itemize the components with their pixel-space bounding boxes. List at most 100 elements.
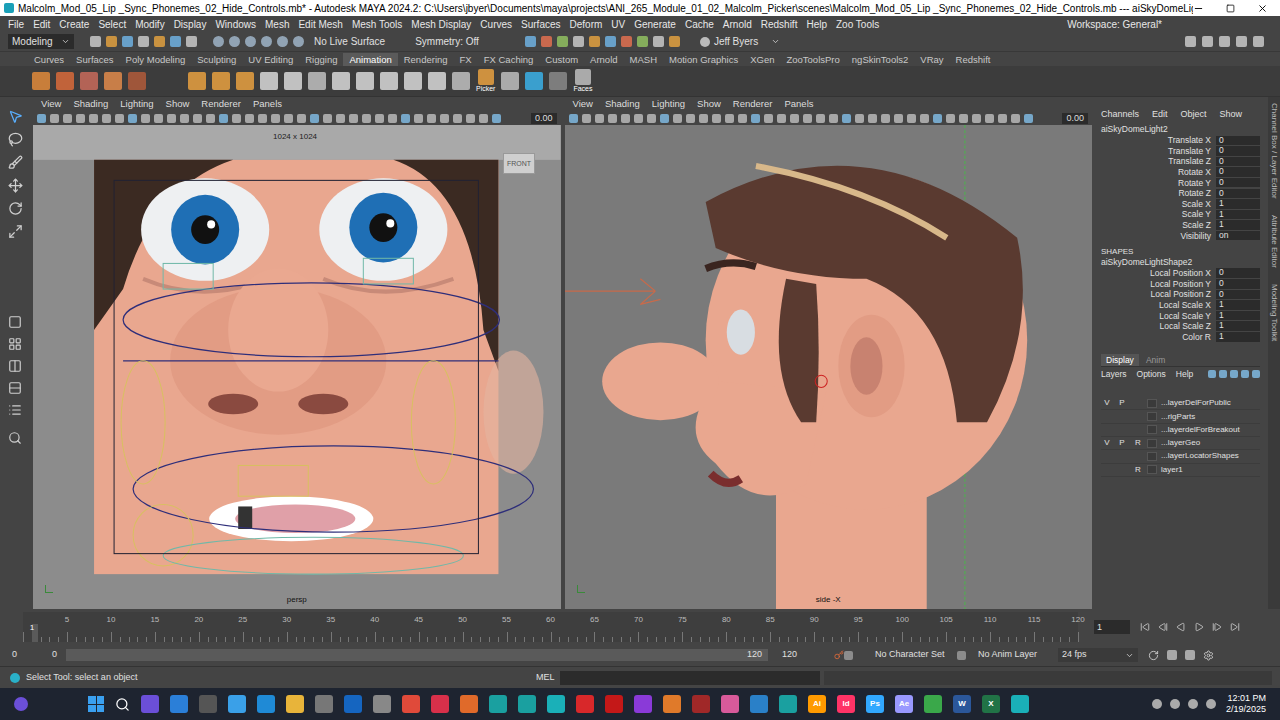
tray-icon[interactable] [1152, 699, 1162, 709]
shelf-button-icon[interactable] [104, 72, 122, 90]
viewport-tool-icon[interactable] [725, 114, 734, 123]
close-icon[interactable] [1257, 3, 1268, 14]
menu-item[interactable]: Mesh [265, 17, 289, 32]
taskbar-app[interactable] [924, 695, 942, 713]
viewport-tool-icon[interactable] [868, 114, 877, 123]
tool-icon[interactable] [653, 36, 664, 47]
menu-item[interactable]: Mesh Display [411, 17, 471, 32]
settings-icon[interactable] [1203, 650, 1214, 661]
viewport-tool-icon[interactable] [115, 114, 124, 123]
channel-row[interactable]: Local Position Y0 [1101, 279, 1260, 290]
taskbar-app[interactable] [634, 695, 652, 713]
user-dropdown[interactable]: Jeff Byers [700, 34, 780, 49]
layer-tool-icon[interactable] [1208, 370, 1216, 378]
tool-icon[interactable] [669, 36, 680, 47]
viewport-tool-icon[interactable] [414, 114, 423, 123]
tool-icon[interactable] [8, 155, 23, 170]
playback-icon[interactable] [1140, 622, 1150, 632]
layout-icon[interactable] [8, 403, 22, 417]
layer-tab[interactable]: Display [1101, 354, 1139, 366]
shelf-button[interactable]: Faces [573, 69, 592, 93]
shelf-button-icon[interactable] [525, 72, 543, 90]
current-frame-marker[interactable]: 1 [32, 624, 38, 642]
current-frame-field[interactable]: 1 [1094, 620, 1130, 634]
channel-row[interactable]: Local Scale Y1 [1101, 310, 1260, 321]
shelf-button-icon[interactable] [260, 72, 278, 90]
tool-icon[interactable] [293, 36, 304, 47]
tool-icon[interactable] [186, 36, 197, 47]
channel-row[interactable]: Rotate X0 [1101, 167, 1260, 178]
shelf-tab[interactable]: Rendering [398, 53, 454, 66]
shelf-tab[interactable]: Custom [539, 53, 584, 66]
viewport-tool-icon[interactable] [647, 114, 656, 123]
tool-icon[interactable] [154, 36, 165, 47]
menu-item[interactable]: Zoo Tools [836, 17, 879, 32]
viewport-tool-icon[interactable] [920, 114, 929, 123]
shelf-tab[interactable]: VRay [914, 53, 949, 66]
menu-item[interactable]: File [8, 17, 24, 32]
tool-icon[interactable] [277, 36, 288, 47]
shelf-button-icon[interactable] [212, 72, 230, 90]
taskbar-app[interactable] [228, 695, 246, 713]
symmetry-dropdown[interactable]: Symmetry: Off [415, 34, 479, 49]
tool-icon[interactable] [1202, 36, 1213, 47]
viewport-tool-icon[interactable] [582, 114, 591, 123]
viewport-tool-icon[interactable] [985, 114, 994, 123]
viewport-tool-icon[interactable] [63, 114, 72, 123]
viewport-tool-icon[interactable] [388, 114, 397, 123]
viewport-tool-icon[interactable] [375, 114, 384, 123]
viewport-tool-icon[interactable] [1011, 114, 1020, 123]
menu-item[interactable]: Generate [634, 17, 676, 32]
channel-row[interactable]: Translate Y0 [1101, 146, 1260, 157]
channel-row[interactable]: Rotate Y0 [1101, 177, 1260, 188]
visible-toggle[interactable]: V [1101, 437, 1113, 449]
menu-item[interactable]: Edit [33, 17, 50, 32]
menu-item[interactable]: UV [611, 17, 625, 32]
reference-toggle[interactable]: R [1131, 464, 1145, 476]
layer-menu-item[interactable]: Layers [1101, 368, 1127, 381]
taskbar-app[interactable] [170, 695, 188, 713]
viewport-tool-icon[interactable] [816, 114, 825, 123]
visible-toggle[interactable]: V [1101, 397, 1113, 409]
channel-row[interactable]: Rotate Z0 [1101, 188, 1260, 199]
animation-start-field[interactable]: 0 [12, 648, 52, 662]
playback-icon[interactable] [1230, 622, 1240, 632]
taskbar-app[interactable]: Ae [895, 695, 913, 713]
auto-key-icon[interactable] [834, 650, 844, 660]
channel-row[interactable]: Translate Z0 [1101, 156, 1260, 167]
viewport-tool-icon[interactable] [128, 114, 137, 123]
layer-tool-icon[interactable] [1230, 370, 1238, 378]
viewport-menu-item[interactable]: Show [166, 97, 190, 111]
shelf-tab[interactable]: UV Editing [242, 53, 299, 66]
viewport[interactable]: ViewShadingLightingShowRendererPanels0.0… [565, 97, 1093, 609]
viewport-tool-icon[interactable] [427, 114, 436, 123]
playback-icon[interactable] [1212, 622, 1222, 632]
menu-item[interactable]: Redshift [761, 17, 798, 32]
viewport-tool-icon[interactable] [466, 114, 475, 123]
shelf-tab[interactable]: Poly Modeling [120, 53, 192, 66]
viewport-tool-icon[interactable] [349, 114, 358, 123]
viewport-menu-item[interactable]: View [41, 97, 61, 111]
viewport-tool-icon[interactable] [855, 114, 864, 123]
viewport-tool-icon[interactable] [193, 114, 202, 123]
channel-row[interactable]: Scale Y1 [1101, 209, 1260, 220]
viewport-tool-icon[interactable] [946, 114, 955, 123]
layer-row[interactable]: Rlayer1 [1101, 464, 1260, 477]
graph-icon[interactable] [1185, 650, 1195, 660]
taskbar-app[interactable]: Ai [808, 695, 826, 713]
menu-item[interactable]: Create [59, 17, 89, 32]
viewport-tool-icon[interactable] [686, 114, 695, 123]
viewport-tool-icon[interactable] [102, 114, 111, 123]
playback-icon[interactable] [1176, 622, 1186, 632]
shelf-button[interactable]: Picker [476, 69, 495, 93]
viewport-tool-icon[interactable] [569, 114, 578, 123]
side-tab[interactable]: Attribute Editor [1269, 215, 1279, 268]
minimize-icon[interactable] [1193, 3, 1204, 14]
taskbar-app[interactable] [373, 695, 391, 713]
viewport-tool-icon[interactable] [660, 114, 669, 123]
tool-icon[interactable] [557, 36, 568, 47]
tool-icon[interactable] [229, 36, 240, 47]
shelf-tab[interactable]: Sculpting [191, 53, 242, 66]
viewport-tool-icon[interactable] [154, 114, 163, 123]
tool-icon[interactable] [605, 36, 616, 47]
